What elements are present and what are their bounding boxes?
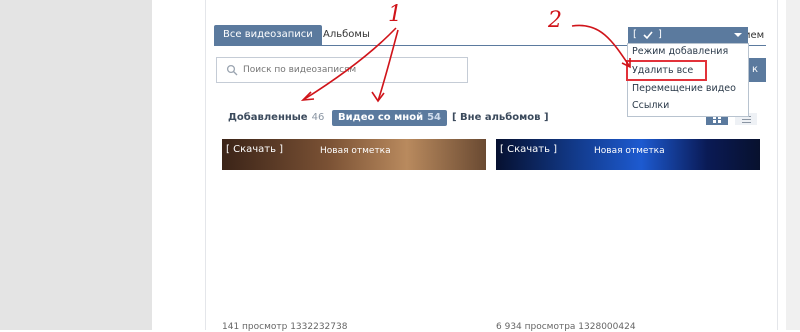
filter-tagged[interactable]: Видео со мной 54 — [332, 110, 447, 126]
annotation-label-1: 1 — [388, 2, 402, 27]
filter-tagged-label: Видео со мной — [338, 112, 424, 123]
filter-no-album[interactable]: [ Вне альбомов ] — [452, 110, 549, 126]
dropdown-bracket-close: ] — [658, 29, 662, 40]
filter-added[interactable]: Добавленные 46 — [228, 110, 324, 126]
check-icon — [643, 31, 653, 40]
video-thumbnail[interactable]: [ Скачать ] Новая отметка — [496, 139, 760, 170]
highlight-box — [626, 60, 707, 81]
video-meta: 6 934 просмотра 1328000424 — [496, 322, 636, 332]
left-sidebar-area — [0, 0, 152, 330]
menu-item-add-mode[interactable]: Режим добавления — [632, 46, 728, 57]
menu-item-move-video[interactable]: Перемещение видео — [632, 83, 736, 94]
menu-item-links[interactable]: Ссылки — [632, 100, 669, 111]
new-tag-label: Новая отметка — [320, 146, 391, 156]
download-link[interactable]: [ Скачать ] — [500, 144, 557, 155]
video-thumbnail[interactable]: [ Скачать ] Новая отметка — [222, 139, 486, 170]
video-meta: 141 просмотр 1332232738 — [222, 322, 348, 332]
download-link[interactable]: [ Скачать ] — [226, 144, 283, 155]
search-box[interactable] — [216, 57, 468, 83]
annotation-label-2: 2 — [548, 8, 562, 33]
filter-added-label: Добавленные — [228, 112, 308, 123]
right-scroll-area — [786, 0, 800, 330]
filter-tagged-count: 54 — [427, 112, 441, 123]
dropdown-bracket-open: [ — [633, 29, 637, 40]
tab-albums[interactable]: Альбомы — [314, 25, 379, 45]
tab-all-videos[interactable]: Все видеозаписи — [214, 25, 322, 45]
search-icon — [226, 64, 238, 76]
new-tag-label: Новая отметка — [594, 146, 665, 156]
actions-dropdown[interactable]: [ ] — [628, 27, 748, 43]
search-input[interactable] — [243, 61, 463, 79]
filter-added-count: 46 — [311, 112, 325, 123]
chevron-down-icon — [734, 33, 742, 37]
